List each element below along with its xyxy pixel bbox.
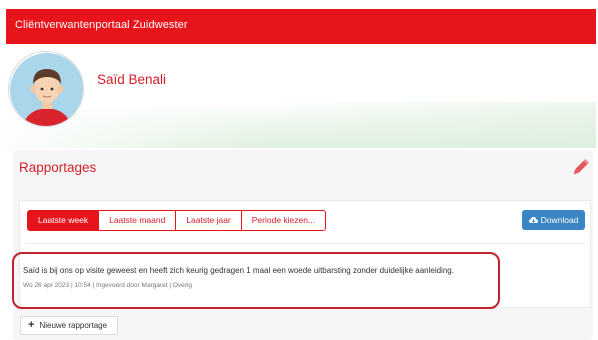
tab-periode-kiezen[interactable]: Periode kiezen... [240,210,327,231]
profile-name: Saïd Benali [97,72,167,87]
tab-laatste-jaar[interactable]: Laatste jaar [175,210,242,231]
new-report-button[interactable]: + Nieuwe rapportage [20,316,118,335]
divider [25,243,585,244]
pencil-icon[interactable] [569,157,591,179]
top-bar: Cliëntverwantenportaal Zuidwester [6,9,596,44]
person-avatar-icon [8,51,84,127]
plus-icon: + [28,319,35,331]
cloud-download-icon [528,216,538,225]
report-entry-text: Saïd is bij ons op visite geweest en hee… [23,266,454,275]
download-label: Download [540,215,579,225]
report-entry-meta: Wo 26 apr 2023 | 10:54 | Ingevoerd door … [23,282,192,289]
panel-title: Rapportages [19,160,97,175]
app-title: Cliëntverwantenportaal Zuidwester [15,19,188,31]
period-tabs: Laatste week Laatste maand Laatste jaar … [27,210,327,231]
new-report-label: Nieuwe rapportage [39,321,108,330]
download-button[interactable]: Download [522,210,585,230]
report-entry-highlight [12,252,500,309]
profile-band [6,44,596,148]
tab-laatste-week[interactable]: Laatste week [27,210,100,231]
tab-laatste-maand[interactable]: Laatste maand [98,210,177,231]
